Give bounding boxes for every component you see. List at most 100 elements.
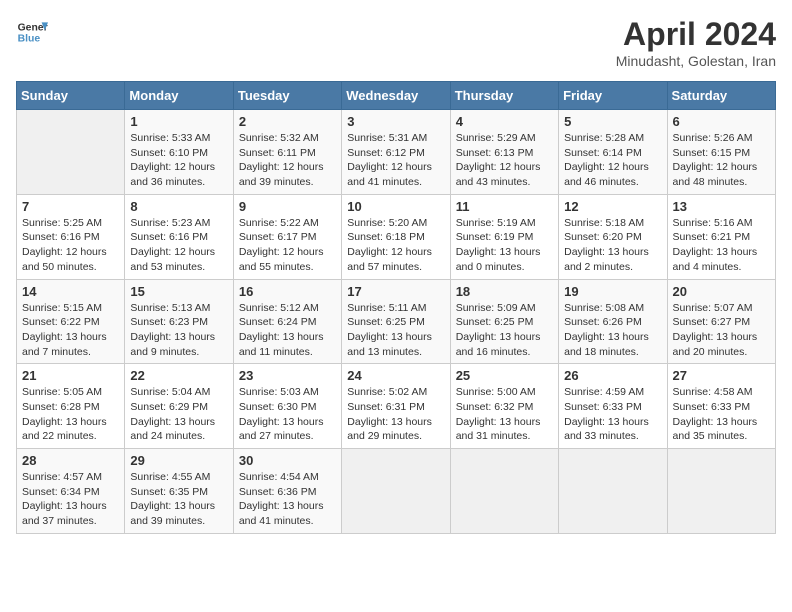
- day-info: Sunrise: 4:54 AM Sunset: 6:36 PM Dayligh…: [239, 470, 336, 529]
- day-info: Sunrise: 5:29 AM Sunset: 6:13 PM Dayligh…: [456, 131, 553, 190]
- day-info: Sunrise: 5:23 AM Sunset: 6:16 PM Dayligh…: [130, 216, 227, 275]
- day-number: 8: [130, 199, 227, 214]
- day-info: Sunrise: 5:05 AM Sunset: 6:28 PM Dayligh…: [22, 385, 119, 444]
- calendar-cell: [17, 110, 125, 195]
- day-number: 29: [130, 453, 227, 468]
- calendar-cell: 9 Sunrise: 5:22 AM Sunset: 6:17 PM Daylig…: [233, 194, 341, 279]
- day-number: 3: [347, 114, 444, 129]
- day-info: Sunrise: 5:16 AM Sunset: 6:21 PM Dayligh…: [673, 216, 770, 275]
- day-number: 12: [564, 199, 661, 214]
- day-number: 28: [22, 453, 119, 468]
- calendar-cell: 21 Sunrise: 5:05 AM Sunset: 6:28 PM Dayli…: [17, 364, 125, 449]
- location: Minudasht, Golestan, Iran: [616, 53, 776, 69]
- day-info: Sunrise: 4:59 AM Sunset: 6:33 PM Dayligh…: [564, 385, 661, 444]
- day-number: 25: [456, 368, 553, 383]
- day-info: Sunrise: 4:58 AM Sunset: 6:33 PM Dayligh…: [673, 385, 770, 444]
- day-number: 15: [130, 284, 227, 299]
- weekday-header: Monday: [125, 82, 233, 110]
- day-info: Sunrise: 5:22 AM Sunset: 6:17 PM Dayligh…: [239, 216, 336, 275]
- calendar-cell: 26 Sunrise: 4:59 AM Sunset: 6:33 PM Dayli…: [559, 364, 667, 449]
- weekday-header: Wednesday: [342, 82, 450, 110]
- calendar-cell: 28 Sunrise: 4:57 AM Sunset: 6:34 PM Dayli…: [17, 449, 125, 534]
- day-info: Sunrise: 5:28 AM Sunset: 6:14 PM Dayligh…: [564, 131, 661, 190]
- calendar-cell: 25 Sunrise: 5:00 AM Sunset: 6:32 PM Dayli…: [450, 364, 558, 449]
- calendar-week-row: 21 Sunrise: 5:05 AM Sunset: 6:28 PM Dayli…: [17, 364, 776, 449]
- calendar-cell: 14Sunrise: 5:15 AM Sunset: 6:22 PM Dayli…: [17, 279, 125, 364]
- month-title: April 2024: [616, 16, 776, 53]
- day-info: Sunrise: 5:04 AM Sunset: 6:29 PM Dayligh…: [130, 385, 227, 444]
- day-number: 9: [239, 199, 336, 214]
- day-number: 23: [239, 368, 336, 383]
- day-number: 20: [673, 284, 770, 299]
- calendar-cell: [342, 449, 450, 534]
- day-info: Sunrise: 4:55 AM Sunset: 6:35 PM Dayligh…: [130, 470, 227, 529]
- calendar-week-row: 1 Sunrise: 5:33 AM Sunset: 6:10 PM Daylig…: [17, 110, 776, 195]
- day-number: 1: [130, 114, 227, 129]
- calendar-week-row: 28 Sunrise: 4:57 AM Sunset: 6:34 PM Dayli…: [17, 449, 776, 534]
- day-info: Sunrise: 5:08 AM Sunset: 6:26 PM Dayligh…: [564, 301, 661, 360]
- day-number: 27: [673, 368, 770, 383]
- weekday-header: Tuesday: [233, 82, 341, 110]
- calendar-cell: 11Sunrise: 5:19 AM Sunset: 6:19 PM Dayli…: [450, 194, 558, 279]
- calendar-cell: [559, 449, 667, 534]
- day-number: 7: [22, 199, 119, 214]
- day-info: Sunrise: 5:02 AM Sunset: 6:31 PM Dayligh…: [347, 385, 444, 444]
- calendar-cell: 3 Sunrise: 5:31 AM Sunset: 6:12 PM Daylig…: [342, 110, 450, 195]
- day-info: Sunrise: 5:33 AM Sunset: 6:10 PM Dayligh…: [130, 131, 227, 190]
- calendar-cell: 27 Sunrise: 4:58 AM Sunset: 6:33 PM Dayli…: [667, 364, 775, 449]
- day-number: 30: [239, 453, 336, 468]
- day-info: Sunrise: 5:26 AM Sunset: 6:15 PM Dayligh…: [673, 131, 770, 190]
- day-number: 6: [673, 114, 770, 129]
- day-number: 14: [22, 284, 119, 299]
- day-number: 21: [22, 368, 119, 383]
- day-number: 19: [564, 284, 661, 299]
- day-number: 10: [347, 199, 444, 214]
- calendar-cell: [450, 449, 558, 534]
- calendar-cell: 30 Sunrise: 4:54 AM Sunset: 6:36 PM Dayli…: [233, 449, 341, 534]
- day-number: 2: [239, 114, 336, 129]
- day-number: 13: [673, 199, 770, 214]
- day-number: 22: [130, 368, 227, 383]
- day-info: Sunrise: 4:57 AM Sunset: 6:34 PM Dayligh…: [22, 470, 119, 529]
- svg-text:Blue: Blue: [18, 34, 41, 45]
- logo-icon: General Blue: [16, 16, 48, 48]
- day-info: Sunrise: 5:11 AM Sunset: 6:25 PM Dayligh…: [347, 301, 444, 360]
- calendar-cell: 23 Sunrise: 5:03 AM Sunset: 6:30 PM Dayli…: [233, 364, 341, 449]
- day-number: 16: [239, 284, 336, 299]
- calendar-cell: 8 Sunrise: 5:23 AM Sunset: 6:16 PM Daylig…: [125, 194, 233, 279]
- calendar-cell: 19 Sunrise: 5:08 AM Sunset: 6:26 PM Dayli…: [559, 279, 667, 364]
- calendar-cell: 18 Sunrise: 5:09 AM Sunset: 6:25 PM Dayli…: [450, 279, 558, 364]
- calendar-cell: 15 Sunrise: 5:13 AM Sunset: 6:23 PM Dayli…: [125, 279, 233, 364]
- calendar-cell: [667, 449, 775, 534]
- day-info: Sunrise: 5:07 AM Sunset: 6:27 PM Dayligh…: [673, 301, 770, 360]
- day-info: Sunrise: 5:09 AM Sunset: 6:25 PM Dayligh…: [456, 301, 553, 360]
- day-info: Sunrise: 5:32 AM Sunset: 6:11 PM Dayligh…: [239, 131, 336, 190]
- day-info: Sunrise: 5:03 AM Sunset: 6:30 PM Dayligh…: [239, 385, 336, 444]
- title-block: April 2024 Minudasht, Golestan, Iran: [616, 16, 776, 69]
- day-info: Sunrise: 5:20 AM Sunset: 6:18 PM Dayligh…: [347, 216, 444, 275]
- calendar-cell: 4 Sunrise: 5:29 AM Sunset: 6:13 PM Daylig…: [450, 110, 558, 195]
- day-info: Sunrise: 5:31 AM Sunset: 6:12 PM Dayligh…: [347, 131, 444, 190]
- calendar-cell: 1 Sunrise: 5:33 AM Sunset: 6:10 PM Daylig…: [125, 110, 233, 195]
- weekday-header: Saturday: [667, 82, 775, 110]
- calendar-cell: 20 Sunrise: 5:07 AM Sunset: 6:27 PM Dayli…: [667, 279, 775, 364]
- calendar-cell: 29 Sunrise: 4:55 AM Sunset: 6:35 PM Dayli…: [125, 449, 233, 534]
- calendar-cell: 5Sunrise: 5:28 AM Sunset: 6:14 PM Daylig…: [559, 110, 667, 195]
- day-number: 4: [456, 114, 553, 129]
- weekday-header: Sunday: [17, 82, 125, 110]
- day-number: 26: [564, 368, 661, 383]
- weekday-header: Friday: [559, 82, 667, 110]
- calendar-cell: 13 Sunrise: 5:16 AM Sunset: 6:21 PM Dayli…: [667, 194, 775, 279]
- day-info: Sunrise: 5:19 AM Sunset: 6:19 PM Dayligh…: [456, 216, 553, 275]
- calendar-cell: 10 Sunrise: 5:20 AM Sunset: 6:18 PM Dayli…: [342, 194, 450, 279]
- calendar-table: SundayMondayTuesdayWednesdayThursdayFrid…: [16, 81, 776, 534]
- day-info: Sunrise: 5:13 AM Sunset: 6:23 PM Dayligh…: [130, 301, 227, 360]
- calendar-cell: 22 Sunrise: 5:04 AM Sunset: 6:29 PM Dayli…: [125, 364, 233, 449]
- day-number: 18: [456, 284, 553, 299]
- calendar-header-row: SundayMondayTuesdayWednesdayThursdayFrid…: [17, 82, 776, 110]
- calendar-week-row: 14Sunrise: 5:15 AM Sunset: 6:22 PM Dayli…: [17, 279, 776, 364]
- weekday-header: Thursday: [450, 82, 558, 110]
- calendar-cell: 17Sunrise: 5:11 AM Sunset: 6:25 PM Dayli…: [342, 279, 450, 364]
- day-info: Sunrise: 5:00 AM Sunset: 6:32 PM Dayligh…: [456, 385, 553, 444]
- calendar-cell: 7Sunrise: 5:25 AM Sunset: 6:16 PM Daylig…: [17, 194, 125, 279]
